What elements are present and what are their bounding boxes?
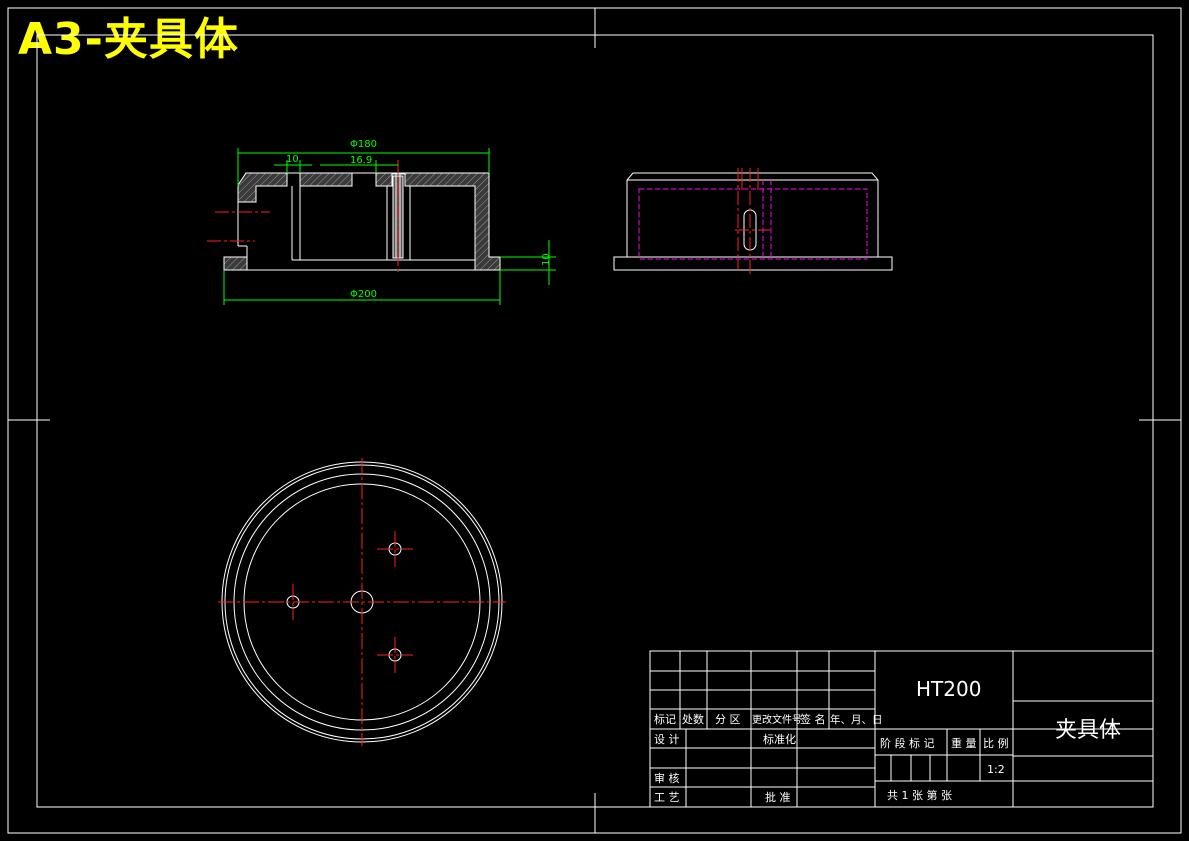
label-standardization: 标准化 xyxy=(763,732,796,746)
label-scale: 比 例 xyxy=(983,736,1009,750)
label-stage-mark: 阶 段 标 记 xyxy=(880,736,935,750)
header-count: 处数 xyxy=(682,713,704,726)
side-view xyxy=(613,168,893,275)
material-name: HT200 xyxy=(916,677,981,701)
part-name: 夹具体 xyxy=(1055,718,1121,743)
header-zone: 分 区 xyxy=(715,713,741,726)
top-view xyxy=(218,458,506,746)
hidden-lines xyxy=(638,180,868,260)
inner-border xyxy=(36,34,1154,808)
header-signature: 签 名 xyxy=(800,712,826,726)
title-block-text: 标记 处数 分 区 更改文件号 签 名 年、月、日 设 计 标准化 审 核 工 … xyxy=(654,677,1121,804)
section-hatch xyxy=(223,172,501,271)
section-outlines xyxy=(223,174,500,271)
label-weight: 重 量 xyxy=(951,736,977,750)
header-mark: 标记 xyxy=(654,712,676,726)
header-change-doc: 更改文件号 xyxy=(752,713,802,726)
dim-slot-width: 10 xyxy=(286,154,299,165)
dimension-lines xyxy=(223,148,556,305)
front-section-view: Φ180 10 16.9 Φ200 10 xyxy=(207,139,556,305)
label-design: 设 计 xyxy=(654,733,680,746)
value-scale: 1:2 xyxy=(987,763,1005,776)
dim-offset: 16.9 xyxy=(350,155,372,166)
dim-flange-height: 10 xyxy=(541,253,552,266)
label-sheets: 共 1 张 第 张 xyxy=(887,788,952,802)
sheet-frame xyxy=(7,7,1182,834)
dim-bottom-diameter: Φ200 xyxy=(350,289,377,300)
outer-border xyxy=(7,7,1182,834)
top-centerlines xyxy=(218,458,506,746)
label-approve: 批 准 xyxy=(765,790,791,804)
header-date: 年、月、日 xyxy=(830,713,883,726)
label-process: 工 艺 xyxy=(654,791,680,804)
label-review: 审 核 xyxy=(654,771,680,785)
drawing-sheet: Φ180 10 16.9 Φ200 10 标记 处数 分 区 更改文件号 签 名… xyxy=(7,7,1182,834)
dim-top-diameter: Φ180 xyxy=(350,139,377,150)
